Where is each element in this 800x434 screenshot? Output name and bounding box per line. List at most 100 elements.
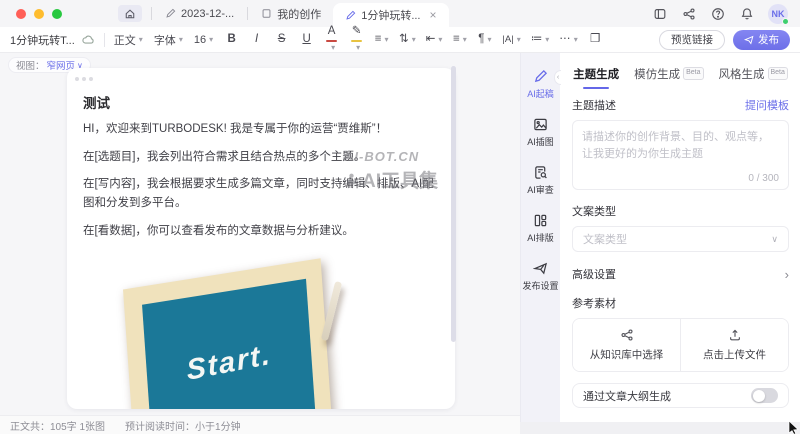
tab-current-doc[interactable]: 1分钟玩转... × <box>333 3 448 27</box>
tab-topic-generate[interactable]: 主题生成 <box>573 66 619 89</box>
publish-label: 发布 <box>758 32 779 47</box>
indent-icon[interactable]: ⇤ <box>426 34 443 46</box>
font-color-glyph: A <box>328 25 336 37</box>
image-icon <box>533 117 548 132</box>
bold-icon[interactable]: B <box>224 34 239 46</box>
rail-label: AI排版 <box>527 231 554 244</box>
panel-tabs: 主题生成 模仿生成 Beta 风格生成 Beta <box>561 53 800 89</box>
rail-item-ai-illustration[interactable]: AI插图 <box>521 117 560 148</box>
doc-paragraph[interactable]: 在[选题目]，我会列出符合需求且结合热点的多个主题。 <box>83 148 441 167</box>
bullet-list-icon[interactable]: ≔ <box>531 34 550 46</box>
panel-bottom-strip <box>520 422 800 434</box>
preview-link-button[interactable]: 预览链接 <box>659 30 725 50</box>
mouse-cursor <box>788 421 799 434</box>
rail-label: AI插图 <box>527 135 554 148</box>
sidebar-layout-icon[interactable] <box>652 6 668 22</box>
paragraph-style-select[interactable]: 正文 <box>114 32 143 48</box>
paragraph-mark-icon[interactable]: ¶ <box>477 34 492 46</box>
copy-type-label: 文案类型 <box>572 203 789 219</box>
format-painter-icon[interactable]: ❐ <box>588 34 603 46</box>
letter-case-icon[interactable]: |A| <box>502 35 520 45</box>
panel-collapse-handle[interactable]: ‹ <box>554 70 561 85</box>
outline-toggle-label: 通过文章大纲生成 <box>583 388 671 404</box>
publish-button[interactable]: 发布 <box>733 30 790 50</box>
paper-plane-icon <box>744 35 754 45</box>
zoom-window-button[interactable] <box>52 9 62 19</box>
font-size-select[interactable]: 16 <box>194 34 213 46</box>
close-tab-icon[interactable]: × <box>430 9 437 21</box>
tab-imitate-generate[interactable]: 模仿生成 Beta <box>634 66 703 89</box>
close-window-button[interactable] <box>16 9 26 19</box>
share-icon[interactable] <box>681 6 697 22</box>
upload-button-label: 点击上传文件 <box>703 347 766 362</box>
textarea-placeholder: 请描述你的创作背景、目的、观点等，让我更好的为你生成主题 <box>582 129 779 163</box>
chevron-down-icon: ∨ <box>771 234 778 245</box>
pencil-icon <box>165 8 176 19</box>
document-page[interactable]: 测试 HI，欢迎来到TURBODESK! 我是专属于你的运营“贾维斯”！ 在[选… <box>67 68 455 409</box>
copy-type-select[interactable]: 文案类型 ∨ <box>572 226 789 252</box>
titlebar-separator <box>247 7 248 20</box>
tab-my-creations[interactable]: 我的创作 <box>257 6 325 22</box>
tab-style-generate[interactable]: 风格生成 Beta <box>719 66 788 89</box>
bell-icon[interactable] <box>739 6 755 22</box>
outline-toggle-row: 通过文章大纲生成 <box>572 383 789 408</box>
highlight-glyph: ✎ <box>352 25 362 37</box>
align-icon[interactable]: ≡ <box>374 34 389 46</box>
home-button[interactable] <box>118 5 142 22</box>
advanced-settings-row[interactable]: 高级设置 › <box>572 266 789 282</box>
doc-paragraph[interactable]: HI，欢迎来到TURBODESK! 我是专属于你的运营“贾维斯”！ <box>83 120 441 139</box>
tab-label: 2023-12-... <box>181 8 234 20</box>
tab-label: 1分钟玩转... <box>361 7 420 23</box>
titlebar: 2023-12-... 我的创作 1分钟玩转... × NK <box>0 0 800 27</box>
layout-icon <box>533 213 548 228</box>
doc-image-start[interactable]: Start. <box>103 231 415 409</box>
outline-toggle-switch[interactable] <box>751 388 778 403</box>
doc-paragraph[interactable]: 在[写内容]，我会根据要求生成多篇文章，同时支持编辑、排版、AI配图和分发到多平… <box>83 175 441 212</box>
highlight-icon[interactable]: ✎ <box>349 26 364 53</box>
pencil-icon <box>345 10 356 21</box>
doc-body[interactable]: HI，欢迎来到TURBODESK! 我是专属于你的运营“贾维斯”！ 在[选题目]… <box>83 120 441 249</box>
rail-label: AI起稿 <box>527 87 554 100</box>
paper-plane-icon <box>533 261 548 276</box>
select-from-kb-button[interactable]: 从知识库中选择 <box>573 319 680 371</box>
more-icon[interactable]: ⋯ <box>559 34 578 46</box>
titlebar-separator <box>151 7 152 20</box>
line-height-icon[interactable]: ⇅ <box>399 34 416 46</box>
italic-icon[interactable]: I <box>249 34 264 46</box>
cloud-sync-icon <box>81 33 95 47</box>
font-color-swatch <box>326 40 337 42</box>
rail-item-publish-settings[interactable]: 发布设置 <box>521 261 560 292</box>
page-dots-icon <box>75 77 93 81</box>
help-icon[interactable] <box>710 6 726 22</box>
online-status-badge <box>782 18 789 25</box>
tab-recent-doc[interactable]: 2023-12-... <box>161 8 238 20</box>
rail-item-ai-layout[interactable]: AI排版 <box>521 213 560 244</box>
minimize-window-button[interactable] <box>34 9 44 19</box>
rail-label: 发布设置 <box>522 279 558 292</box>
upload-file-button[interactable]: 点击上传文件 <box>680 319 788 371</box>
rail-label: AI审查 <box>527 183 554 196</box>
advanced-label: 高级设置 <box>572 266 616 282</box>
align-distribute-icon[interactable]: ≡ <box>452 34 467 46</box>
strikethrough-icon[interactable]: S <box>274 34 289 46</box>
avatar-initials: NK <box>772 9 785 19</box>
font-color-icon[interactable]: A <box>324 26 339 53</box>
start-card: Start. <box>123 258 333 409</box>
underline-icon[interactable]: U <box>299 34 314 46</box>
topic-desc-label: 主题描述 <box>572 97 616 113</box>
char-counter: 0 / 300 <box>748 173 779 184</box>
start-teal-square: Start. <box>142 278 316 409</box>
font-family-select[interactable]: 字体 <box>154 32 183 48</box>
beta-badge: Beta <box>768 67 788 80</box>
editor-scrollbar[interactable] <box>451 66 456 342</box>
titlebar-actions: NK <box>652 4 800 24</box>
rail-item-ai-review[interactable]: AI审查 <box>521 165 560 196</box>
avatar[interactable]: NK <box>768 4 788 24</box>
beta-badge: Beta <box>683 67 703 80</box>
reference-label: 参考素材 <box>572 295 789 311</box>
traffic-lights <box>0 9 62 19</box>
topic-desc-textarea[interactable]: 请描述你的创作背景、目的、观点等，让我更好的为你生成主题 0 / 300 <box>572 120 789 190</box>
file-icon <box>261 8 272 19</box>
doc-heading[interactable]: 测试 <box>83 92 110 112</box>
prompt-template-link[interactable]: 提问模板 <box>745 97 789 113</box>
